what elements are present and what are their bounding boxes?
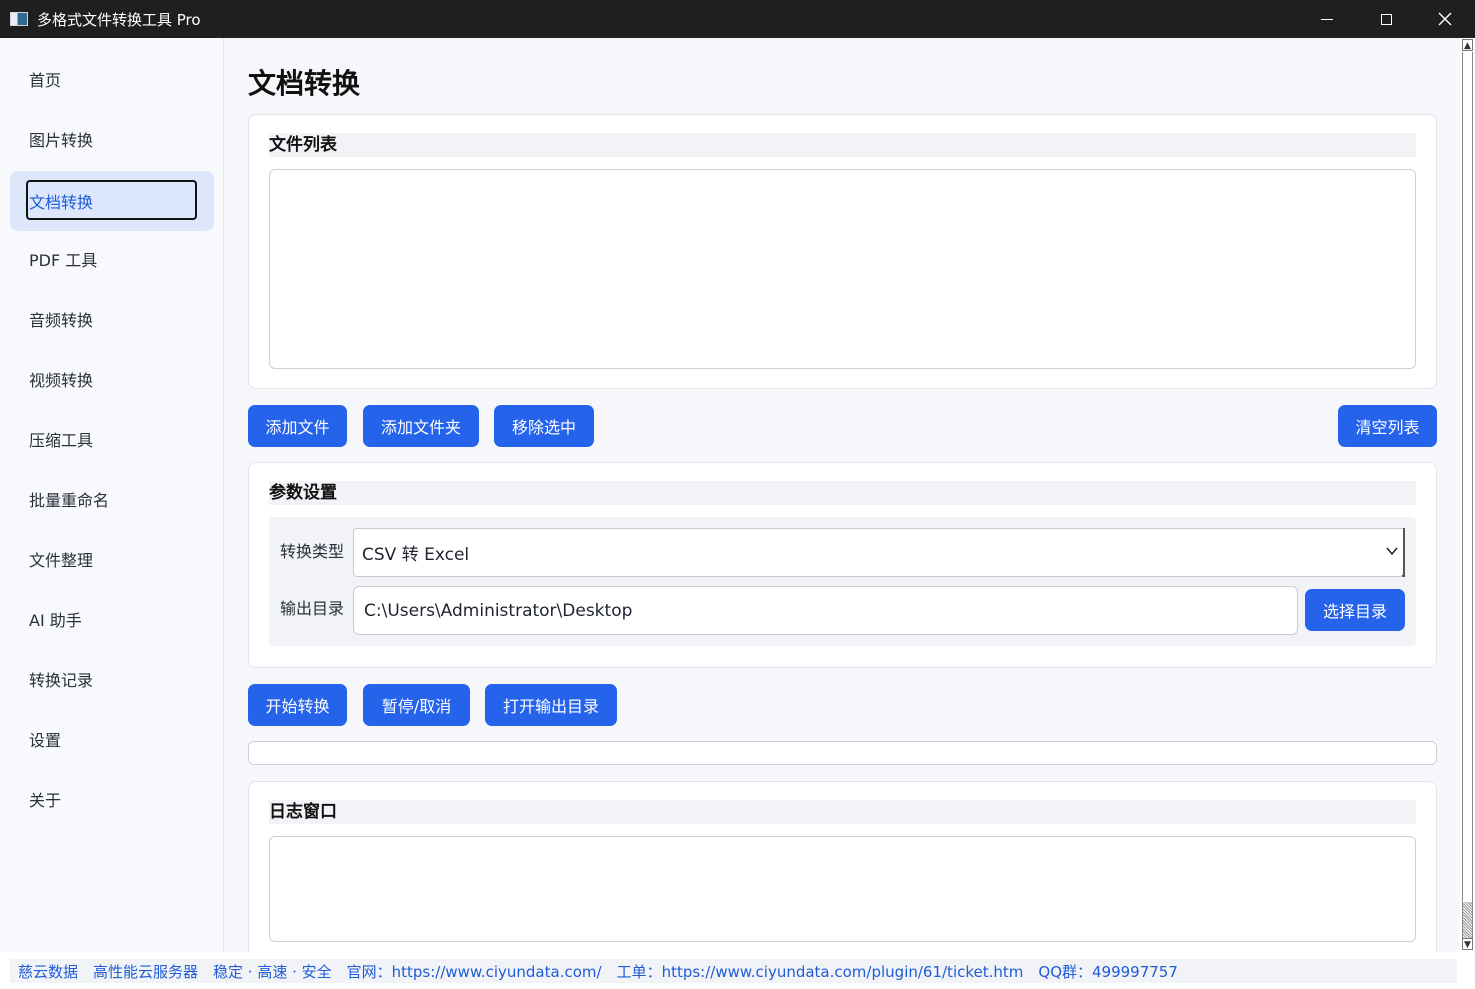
conversion-type-value: CSV 转 Excel <box>362 545 470 565</box>
footer-ticket[interactable]: 工单：https://www.ciyundata.com/plugin/61/t… <box>617 961 1024 982</box>
minimize-button[interactable] <box>1298 0 1356 38</box>
file-list-card: 文件列表 <box>248 114 1437 389</box>
select-edge <box>1402 528 1405 577</box>
sidebar-item-label: 图片转换 <box>29 131 94 150</box>
log-box[interactable] <box>269 836 1416 942</box>
log-card: 日志窗口 <box>248 781 1437 952</box>
sidebar-item-about[interactable]: 关于 <box>10 769 214 829</box>
sidebar-item-label: 首页 <box>29 71 62 90</box>
sidebar-item-label: 批量重命名 <box>29 491 110 510</box>
title-bar: 多格式文件转换工具 Pro <box>0 0 1475 38</box>
footer: 慈云数据 高性能云服务器 稳定 · 高速 · 安全 官网：https://www… <box>0 952 1475 989</box>
sidebar-item-batch-rename[interactable]: 批量重命名 <box>10 469 214 529</box>
sidebar-item-label: 设置 <box>29 731 62 750</box>
sidebar-item-label: AI 助手 <box>29 611 82 630</box>
params-heading: 参数设置 <box>269 481 1416 505</box>
close-icon <box>1438 12 1452 26</box>
add-file-button[interactable]: 添加文件 <box>248 405 347 447</box>
sidebar-item-label: 文档转换 <box>29 193 94 212</box>
file-list-box[interactable] <box>269 169 1416 369</box>
sidebar-item-ai-assistant[interactable]: AI 助手 <box>10 589 214 649</box>
sidebar-item-doc-convert[interactable]: 文档转换 <box>10 171 214 231</box>
open-output-button[interactable]: 打开输出目录 <box>485 684 617 726</box>
maximize-icon <box>1380 13 1392 25</box>
output-dir-input[interactable]: C:\Users\Administrator\Desktop <box>353 586 1298 635</box>
conversion-type-label: 转换类型 <box>280 542 345 561</box>
sidebar-item-label: 音频转换 <box>29 311 94 330</box>
page-title: 文档转换 <box>248 67 361 100</box>
clear-list-button[interactable]: 清空列表 <box>1338 405 1437 447</box>
params-panel: 转换类型 CSV 转 Excel 输出目录 C:\Users\Administr… <box>269 517 1416 646</box>
footer-servers[interactable]: 高性能云服务器 <box>93 961 198 982</box>
sidebar-item-label: PDF 工具 <box>29 251 98 270</box>
sidebar-item-label: 关于 <box>29 791 62 810</box>
log-heading: 日志窗口 <box>269 800 1416 824</box>
footer-bar: 慈云数据 高性能云服务器 稳定 · 高速 · 安全 官网：https://www… <box>10 959 1457 983</box>
pause-cancel-button[interactable]: 暂停/取消 <box>363 684 470 726</box>
sidebar-item-home[interactable]: 首页 <box>10 49 214 109</box>
output-dir-value: C:\Users\Administrator\Desktop <box>364 600 633 621</box>
scroll-track[interactable] <box>1462 52 1473 938</box>
sidebar-item-history[interactable]: 转换记录 <box>10 649 214 709</box>
scroll-thumb[interactable] <box>1463 902 1472 938</box>
choose-dir-button[interactable]: 选择目录 <box>1305 589 1405 631</box>
output-dir-label: 输出目录 <box>280 599 345 618</box>
main-content: 文档转换 文件列表 添加文件 添加文件夹 移除选中 清空列表 参数设置 转换类型… <box>225 38 1460 952</box>
file-list-heading: 文件列表 <box>269 133 1416 157</box>
scroll-down-icon[interactable]: ▼ <box>1462 938 1473 950</box>
sidebar-item-label: 转换记录 <box>29 671 94 690</box>
chevron-down-icon <box>1386 547 1398 556</box>
sidebar-item-label: 文件整理 <box>29 551 94 570</box>
progress-bar <box>248 741 1437 765</box>
conversion-type-select[interactable]: CSV 转 Excel <box>353 528 1405 577</box>
maximize-button[interactable] <box>1357 0 1415 38</box>
footer-slogan[interactable]: 稳定 · 高速 · 安全 <box>213 961 332 982</box>
sidebar-item-settings[interactable]: 设置 <box>10 709 214 769</box>
remove-selected-button[interactable]: 移除选中 <box>494 405 594 447</box>
window-title: 多格式文件转换工具 Pro <box>37 10 201 29</box>
params-card: 参数设置 转换类型 CSV 转 Excel 输出目录 C:\Users\Admi… <box>248 462 1437 668</box>
footer-website[interactable]: 官网：https://www.ciyundata.com/ <box>347 961 602 982</box>
sidebar-item-label: 视频转换 <box>29 371 94 390</box>
sidebar-item-video-convert[interactable]: 视频转换 <box>10 349 214 409</box>
sidebar: 首页 图片转换 文档转换 PDF 工具 音频转换 视频转换 压缩工具 批量重命名… <box>0 38 224 952</box>
app-icon <box>10 12 28 26</box>
sidebar-item-label: 压缩工具 <box>29 431 94 450</box>
sidebar-item-pdf-tools[interactable]: PDF 工具 <box>10 229 214 289</box>
add-folder-button[interactable]: 添加文件夹 <box>363 405 479 447</box>
start-convert-button[interactable]: 开始转换 <box>248 684 347 726</box>
footer-brand[interactable]: 慈云数据 <box>18 961 78 982</box>
main-scrollbar[interactable]: ▲ ▼ <box>1460 38 1475 952</box>
scroll-up-icon[interactable]: ▲ <box>1462 39 1473 51</box>
footer-qq-group[interactable]: QQ群：499997757 <box>1038 961 1178 982</box>
close-button[interactable] <box>1416 0 1474 38</box>
sidebar-item-compress[interactable]: 压缩工具 <box>10 409 214 469</box>
sidebar-item-image-convert[interactable]: 图片转换 <box>10 109 214 169</box>
minimize-icon <box>1321 18 1333 20</box>
sidebar-item-audio-convert[interactable]: 音频转换 <box>10 289 214 349</box>
sidebar-item-file-organize[interactable]: 文件整理 <box>10 529 214 589</box>
